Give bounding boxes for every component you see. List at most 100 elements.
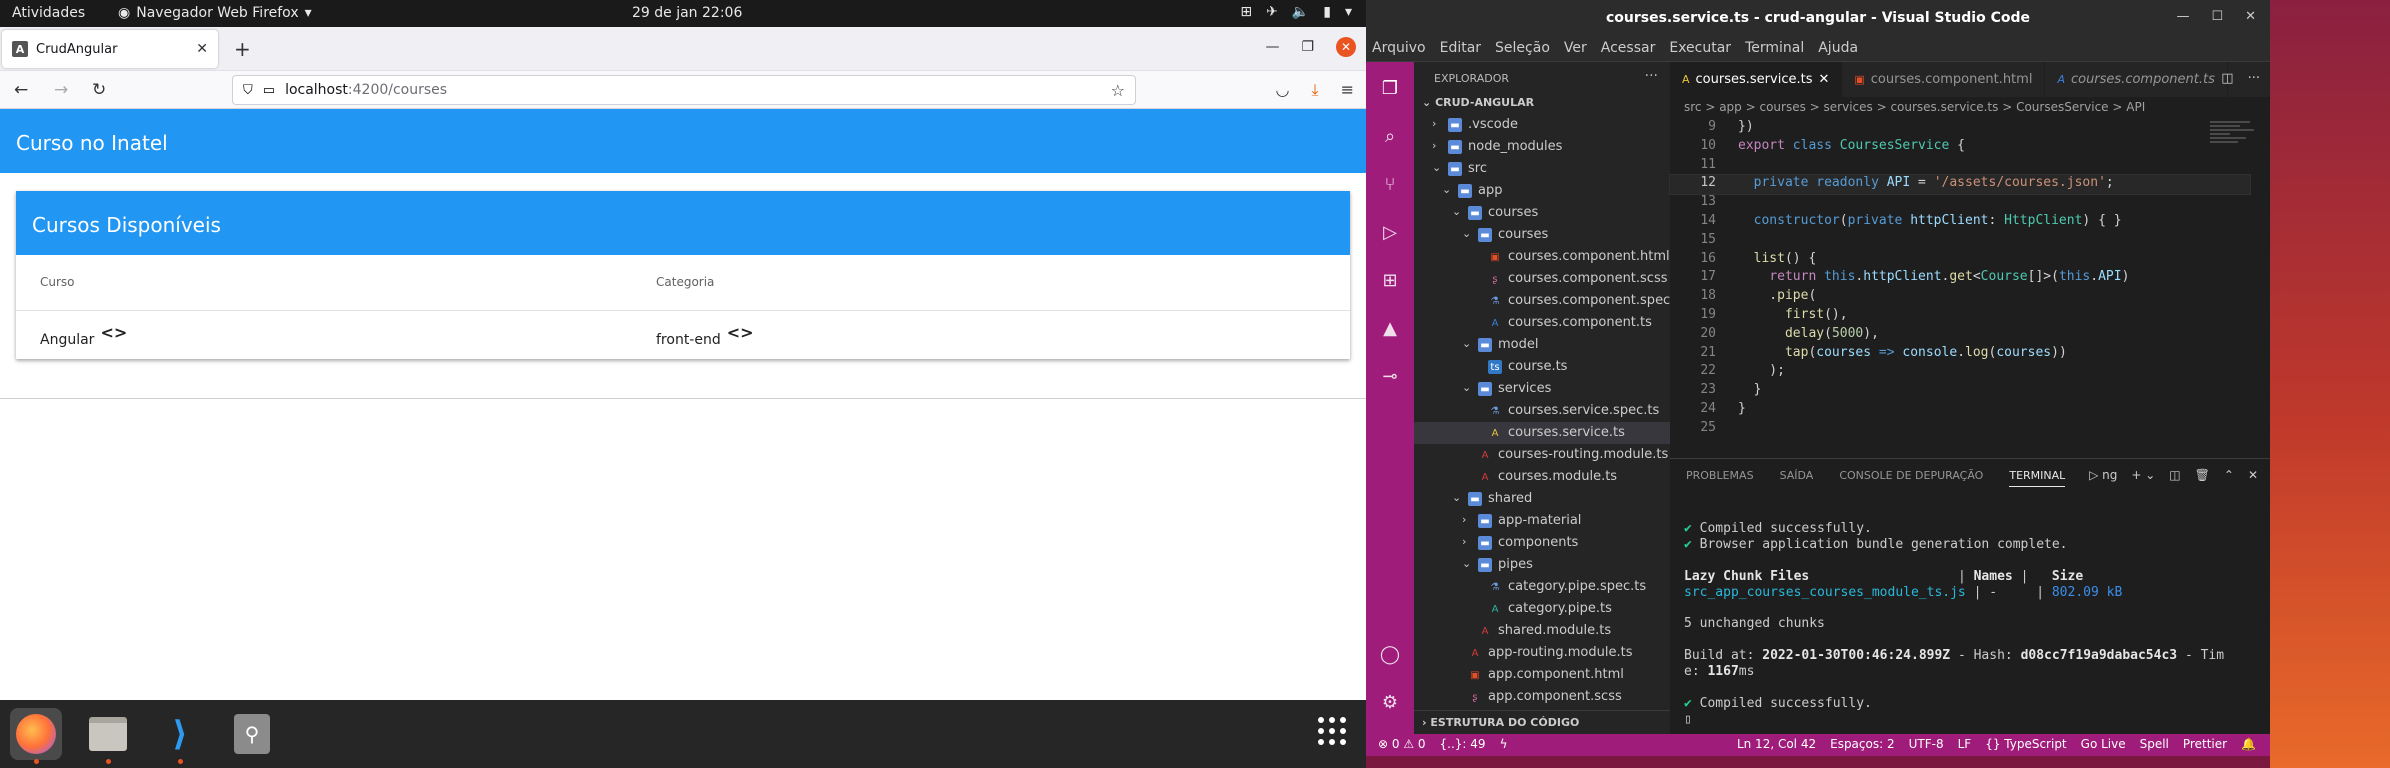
tree-folder[interactable]: ⌄ ▬ courses bbox=[1414, 202, 1670, 224]
split-terminal-icon[interactable]: ◫ bbox=[2169, 468, 2180, 482]
account-icon[interactable]: ◯ bbox=[1378, 642, 1402, 666]
dock-vscode[interactable]: ⟩ bbox=[154, 708, 206, 764]
dock-usb[interactable]: ⚲ bbox=[226, 708, 278, 760]
prettier[interactable]: Prettier bbox=[2183, 737, 2227, 751]
close-icon[interactable]: ✕ bbox=[1818, 72, 1829, 87]
dock-files[interactable] bbox=[82, 708, 134, 764]
tree-file[interactable]: ▣ app.component.html bbox=[1414, 664, 1670, 686]
go-live[interactable]: Go Live bbox=[2081, 737, 2126, 751]
tree-file[interactable]: ts course.ts bbox=[1414, 356, 1670, 378]
tree-file[interactable]: Acourses.service.ts bbox=[1414, 422, 1670, 444]
terminal-shell-selector[interactable]: ▷ ng bbox=[2089, 468, 2117, 482]
outline-section[interactable]: › ESTRUTURA DO CÓDIGO bbox=[1414, 710, 1670, 734]
split-editor-icon[interactable]: ◫ bbox=[2221, 71, 2233, 86]
tree-file[interactable]: Ashared.module.ts bbox=[1414, 620, 1670, 642]
line-ending[interactable]: LF bbox=[1958, 737, 1972, 751]
angular-icon[interactable]: ▲ bbox=[1378, 316, 1402, 340]
lightning-icon[interactable]: ϟ bbox=[1500, 737, 1508, 751]
menu-terminal[interactable]: Terminal bbox=[1745, 40, 1804, 57]
menu-executar[interactable]: Executar bbox=[1669, 40, 1731, 57]
tree-folder[interactable]: ⌄ ▬ services bbox=[1414, 378, 1670, 400]
spell-check[interactable]: Spell bbox=[2140, 737, 2169, 751]
menu-acessar[interactable]: Acessar bbox=[1601, 40, 1656, 57]
settings-gear-icon[interactable]: ⚙ bbox=[1378, 690, 1402, 714]
show-apps-icon[interactable] bbox=[1318, 717, 1346, 745]
new-terminal-icon[interactable]: + ⌄ bbox=[2131, 468, 2155, 482]
search-icon[interactable]: ⌕ bbox=[1378, 124, 1402, 148]
bookmark-star-icon[interactable]: ☆ bbox=[1111, 81, 1125, 100]
tab-courses-component-ts[interactable]: A courses.component.ts bbox=[2045, 62, 2228, 97]
problems-status[interactable]: ⊗ 0 ⚠ 0 bbox=[1378, 737, 1426, 751]
tree-file[interactable]: Acategory.pipe.ts bbox=[1414, 598, 1670, 620]
close-panel-icon[interactable]: ✕ bbox=[2248, 468, 2258, 482]
tree-folder[interactable]: › ▬ node_modules bbox=[1414, 136, 1670, 158]
tree-folder[interactable]: ⌄ ▬ model bbox=[1414, 334, 1670, 356]
tab-courses-component-html[interactable]: ▣ courses.component.html bbox=[1842, 62, 2046, 97]
tree-file[interactable]: ⚗ category.pipe.spec.ts bbox=[1414, 576, 1670, 598]
maximize-icon[interactable]: ☐ bbox=[2211, 9, 2223, 24]
tree-file[interactable]: ⚗ courses.service.spec.ts bbox=[1414, 400, 1670, 422]
menu-arquivo[interactable]: Arquivo bbox=[1372, 40, 1426, 57]
indentation[interactable]: Espaços: 2 bbox=[1830, 737, 1895, 751]
clock[interactable]: 29 de jan 22:06 bbox=[632, 5, 742, 21]
pocket-icon[interactable]: ◡ bbox=[1276, 80, 1290, 100]
close-window-icon[interactable]: ✕ bbox=[1336, 37, 1356, 57]
breadcrumb[interactable]: src > app > courses > services > courses… bbox=[1670, 97, 2270, 119]
activities-button[interactable]: Atividades bbox=[12, 5, 85, 21]
source-control-icon[interactable]: ⑂ bbox=[1378, 172, 1402, 196]
tree-file[interactable]: ⚗ courses.component.spec.ts bbox=[1414, 290, 1687, 312]
menu-ver[interactable]: Ver bbox=[1564, 40, 1587, 57]
trash-icon[interactable]: 🗑 bbox=[2195, 468, 2210, 482]
restore-icon[interactable]: ❐ bbox=[1301, 39, 1314, 55]
tree-file[interactable]: ʂ courses.component.scss bbox=[1414, 268, 1670, 290]
close-tab-icon[interactable]: ✕ bbox=[196, 41, 208, 57]
minimize-icon[interactable]: — bbox=[1265, 39, 1279, 55]
dock-firefox[interactable] bbox=[10, 708, 62, 764]
back-icon[interactable]: ← bbox=[14, 80, 28, 100]
project-root[interactable]: ⌄ CRUD-ANGULAR bbox=[1414, 92, 1670, 114]
tab-courses-service-ts[interactable]: A courses.service.ts ✕ bbox=[1670, 62, 1843, 97]
menu-selecao[interactable]: Seleção bbox=[1495, 40, 1550, 57]
hamburger-menu-icon[interactable]: ≡ bbox=[1341, 80, 1354, 100]
cursor-position[interactable]: Ln 12, Col 42 bbox=[1737, 737, 1816, 751]
tree-file[interactable]: ʂ app.component.scss bbox=[1414, 686, 1670, 708]
tree-file[interactable]: ▣ courses.component.html bbox=[1414, 246, 1670, 268]
more-actions-icon[interactable]: ··· bbox=[2248, 71, 2260, 86]
menu-ajuda[interactable]: Ajuda bbox=[1818, 40, 1858, 57]
browser-tab[interactable]: A CrudAngular ✕ bbox=[2, 30, 218, 68]
extensions-icon[interactable]: ⊞ bbox=[1378, 268, 1402, 292]
close-icon[interactable]: ✕ bbox=[2245, 9, 2256, 24]
language-mode[interactable]: {} TypeScript bbox=[1985, 737, 2066, 751]
tree-folder[interactable]: ⌄ ▬ src bbox=[1414, 158, 1670, 180]
tree-folder[interactable]: ⌄ ▬ shared bbox=[1414, 488, 1670, 510]
tab-problems[interactable]: PROBLEMAS bbox=[1686, 469, 1754, 485]
shield-icon[interactable]: ⛉ bbox=[243, 83, 253, 98]
url-bar[interactable]: ⛉ ▭ localhost:4200/courses ☆ bbox=[232, 75, 1136, 105]
download-icon[interactable]: ⤓ bbox=[1312, 80, 1319, 100]
tree-folder[interactable]: ⌄ ▬ pipes bbox=[1414, 554, 1670, 576]
system-tray[interactable]: ⊞ ✈ 🔈 ▮ ▾ bbox=[1240, 4, 1352, 20]
notifications-bell-icon[interactable]: 🔔 bbox=[2241, 737, 2256, 751]
explorer-icon[interactable]: ❐ bbox=[1378, 76, 1402, 100]
tree-file[interactable]: Acourses-routing.module.ts bbox=[1414, 444, 1670, 466]
json-status[interactable]: {..}: 49 bbox=[1440, 737, 1486, 751]
reload-icon[interactable]: ↻ bbox=[92, 80, 106, 100]
remote-icon[interactable]: ⊸ bbox=[1378, 364, 1402, 388]
encoding[interactable]: UTF-8 bbox=[1909, 737, 1944, 751]
tab-debug-console[interactable]: CONSOLE DE DEPURAÇÃO bbox=[1839, 469, 1983, 485]
minimap[interactable] bbox=[2206, 119, 2268, 179]
tree-folder[interactable]: › ▬ components bbox=[1414, 532, 1670, 554]
new-tab-button[interactable]: + bbox=[234, 37, 251, 61]
tree-folder[interactable]: › ▬ app-material bbox=[1414, 510, 1670, 532]
app-menu[interactable]: ◉ Navegador Web Firefox ▾ bbox=[118, 5, 312, 21]
maximize-panel-icon[interactable]: ⌃ bbox=[2224, 468, 2234, 482]
tree-folder[interactable]: ⌄ ▬ app bbox=[1414, 180, 1670, 202]
code-editor[interactable]: 9}) 10 export class CoursesService { 11 1… bbox=[1669, 119, 2251, 455]
tab-terminal[interactable]: TERMINAL bbox=[2009, 469, 2066, 487]
more-actions-icon[interactable]: ··· bbox=[1645, 68, 1658, 84]
tab-output[interactable]: SAÍDA bbox=[1780, 469, 1814, 485]
tree-folder[interactable]: ⌄ ▬ courses bbox=[1414, 224, 1670, 246]
terminal-output[interactable]: ✔ Compiled successfully. ✔ Browser appli… bbox=[1684, 521, 2224, 728]
run-debug-icon[interactable]: ▷ bbox=[1378, 220, 1402, 244]
tree-file[interactable]: Acourses.module.ts bbox=[1414, 466, 1670, 488]
